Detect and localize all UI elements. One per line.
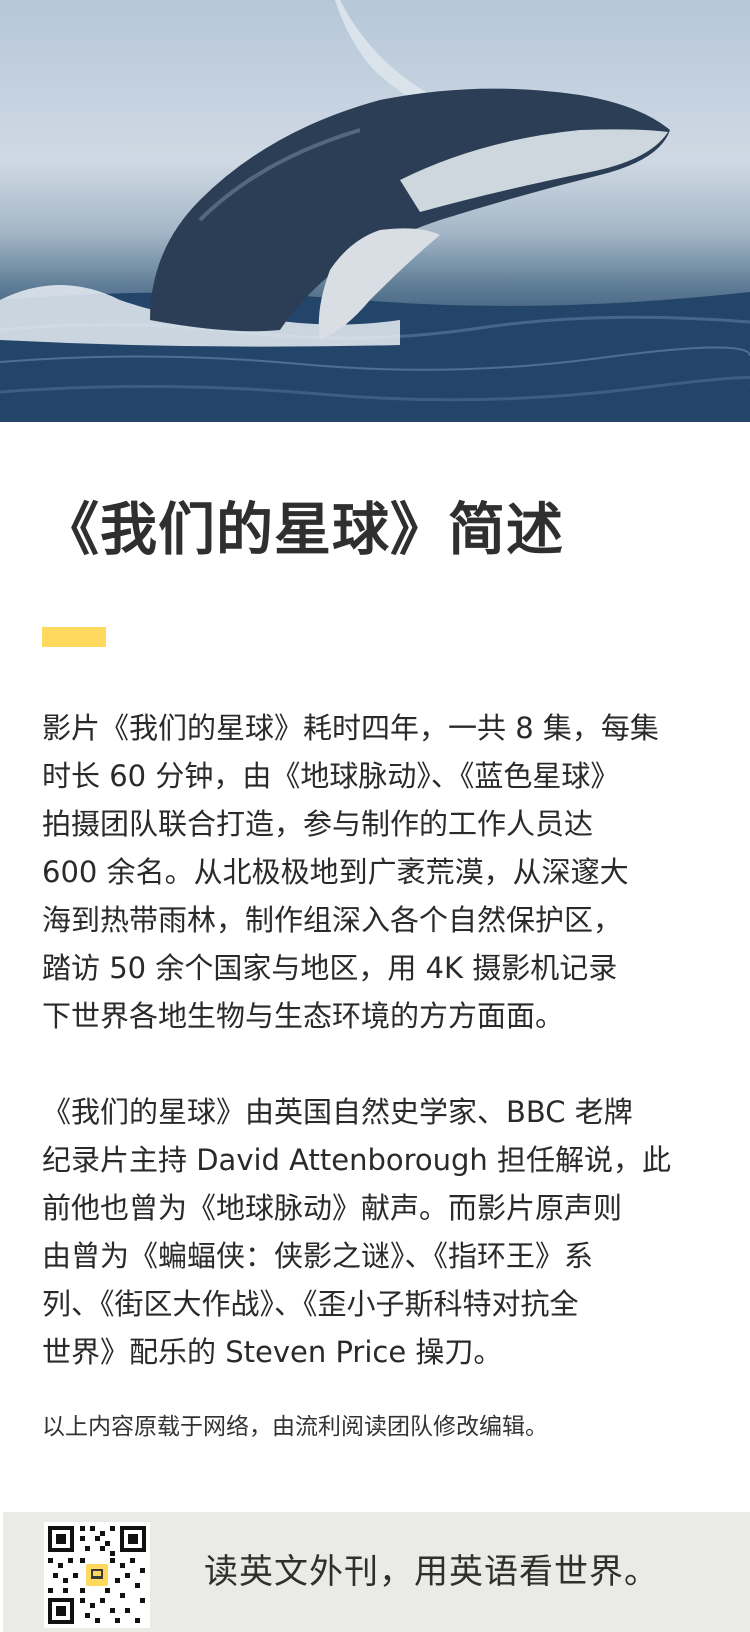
paragraph-line: 时长 60 分钟，由《地球脉动》、《蓝色星球》 [42, 759, 620, 793]
qr-code-icon[interactable] [44, 1522, 150, 1628]
paragraph-line: 海到热带雨林，制作组深入各个自然保护区， [42, 903, 623, 937]
qr-code-graphic [44, 1522, 150, 1628]
paragraph-line: 600 余名。从北极极地到广袤荒漠，从深邃大 [42, 855, 629, 889]
article-title: 《我们的星球》简述 [42, 497, 564, 563]
footer-slogan: 读英文外刊，用英语看世界。 [204, 1552, 659, 1592]
article-paragraph-1: 影片《我们的星球》耗时四年，一共 8 集，每集 时长 60 分钟，由《地球脉动》… [42, 704, 710, 1040]
paragraph-line: 前他也曾为《地球脉动》献声。而影片原声则 [42, 1191, 623, 1225]
paragraph-line: 踏访 50 余个国家与地区，用 4K 摄影机记录 [42, 951, 618, 985]
paragraph-line: 《我们的星球》由英国自然史学家、BBC 老牌 [42, 1095, 633, 1129]
hero-image [0, 0, 750, 422]
paragraph-line: 纪录片主持 David Attenborough 担任解说，此 [42, 1143, 672, 1177]
title-accent-bar [42, 627, 106, 647]
paragraph-line: 由曾为《蝙蝠侠：侠影之谜》、《指环王》系 [42, 1239, 594, 1273]
paragraph-line: 列、《街区大作战》、《歪小子斯科特对抗全 [42, 1287, 579, 1321]
paragraph-line: 世界》配乐的 Steven Price 操刀。 [42, 1335, 503, 1369]
paragraph-line: 拍摄团队联合打造，参与制作的工作人员达 [42, 807, 594, 841]
paragraph-line: 下世界各地生物与生态环境的方方面面。 [42, 999, 565, 1033]
whale-illustration [0, 0, 750, 422]
article-paragraph-2: 《我们的星球》由英国自然史学家、BBC 老牌 纪录片主持 David Atten… [42, 1088, 710, 1376]
paragraph-line: 影片《我们的星球》耗时四年，一共 8 集，每集 [42, 711, 659, 745]
source-note: 以上内容原载于网络，由流利阅读团队修改编辑。 [42, 1414, 548, 1440]
